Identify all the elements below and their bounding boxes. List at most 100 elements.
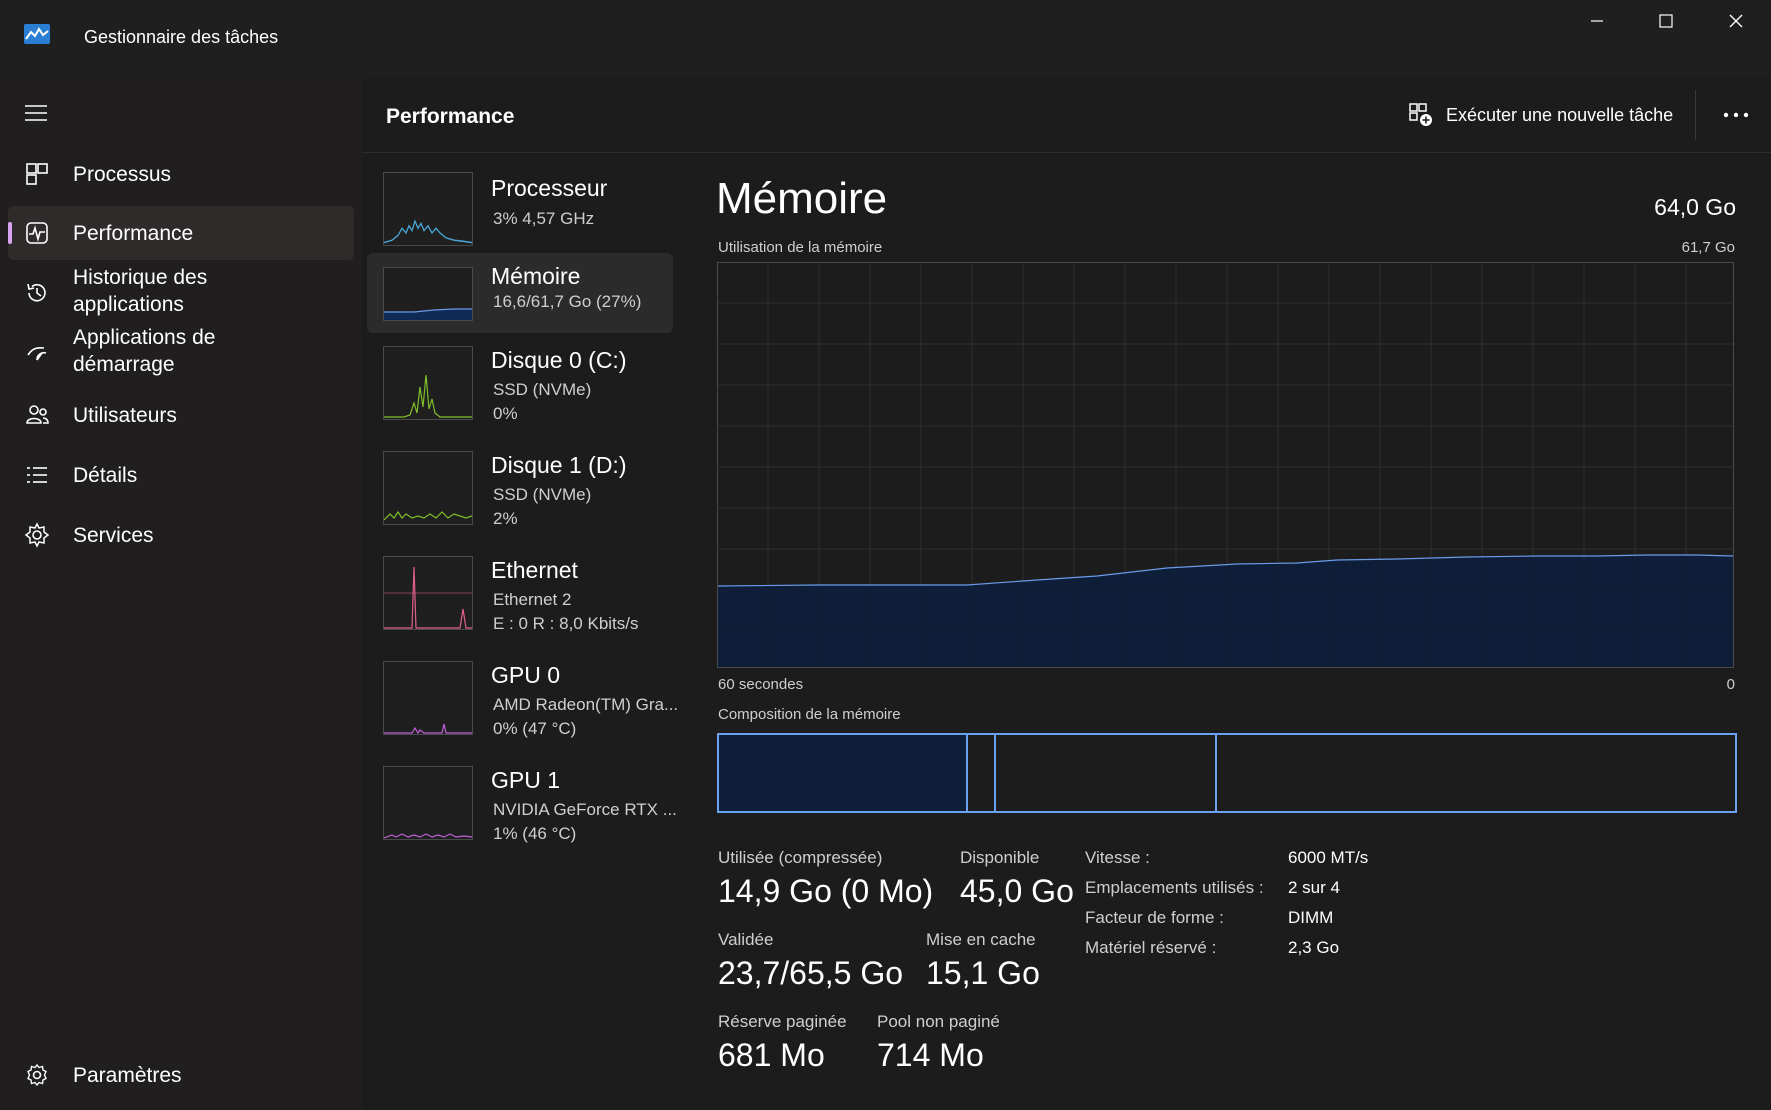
settings-gear-icon — [27, 1063, 47, 1087]
page-title: Performance — [386, 105, 515, 128]
resource-title: Disque 0 (C:) — [491, 347, 627, 373]
cached-value: 15,1 Go — [926, 955, 1040, 991]
minimize-button[interactable] — [1562, 0, 1632, 42]
resource-item-gpu0[interactable]: GPU 0 AMD Radeon(TM) Gra... 0% (47 °C) — [367, 652, 678, 742]
disk0-thumbnail-graph — [383, 346, 473, 420]
maximize-button[interactable] — [1631, 0, 1701, 42]
sidebar-item-startup-apps[interactable]: Applications de démarrage — [8, 322, 354, 382]
gpu1-thumbnail-graph — [383, 766, 473, 840]
sidebar-item-label: Historique des applications — [73, 266, 208, 316]
resource-subtitle: AMD Radeon(TM) Gra... — [493, 695, 679, 714]
more-dots-icon — [1723, 112, 1749, 118]
available-label: Disponible — [960, 848, 1040, 867]
used-value: 14,9 Go (0 Mo) — [718, 873, 934, 909]
cpu-thumbnail-graph — [383, 172, 473, 246]
sidebar-item-performance[interactable]: Performance — [8, 206, 354, 260]
committed-label: Validée — [718, 930, 774, 949]
hamburger-icon — [25, 105, 47, 121]
time-axis-end: 0 — [1726, 676, 1735, 693]
minimize-icon — [1591, 20, 1603, 22]
resource-subtitle: SSD (NVMe) — [493, 485, 592, 504]
close-button[interactable] — [1701, 0, 1771, 42]
ethernet-thumbnail-graph — [383, 556, 473, 630]
memory-usage-graph — [717, 262, 1734, 668]
composition-in-use — [719, 735, 968, 811]
page-header: Performance Exécuter une nouvelle tâche — [362, 76, 1771, 153]
memory-composition-bar[interactable] — [717, 733, 1737, 813]
processes-icon — [26, 163, 48, 185]
sidebar-item-settings[interactable]: Paramètres — [8, 1048, 354, 1102]
startup-icon — [27, 346, 47, 361]
users-icon — [26, 405, 49, 424]
sidebar-item-users[interactable]: Utilisateurs — [8, 388, 354, 442]
sidebar-item-label: Utilisateurs — [73, 404, 177, 427]
hamburger-menu-button[interactable] — [22, 101, 50, 125]
slots-used-key: Emplacements utilisés : — [1085, 878, 1264, 897]
sidebar-item-label: Détails — [73, 464, 138, 487]
usage-graph-label: Utilisation de la mémoire — [718, 239, 883, 256]
hardware-reserved-value: 2,3 Go — [1288, 938, 1340, 957]
composition-free — [1217, 735, 1735, 811]
resource-subtitle: Ethernet 2 — [493, 590, 572, 609]
composition-standby — [996, 735, 1217, 811]
details-icon — [27, 467, 47, 483]
nonpaged-pool-value: 714 Mo — [877, 1037, 984, 1073]
resource-subtitle: 3% 4,57 GHz — [493, 209, 595, 228]
sidebar-item-label: Applications de démarrage — [73, 326, 216, 376]
resource-item-gpu1[interactable]: GPU 1 NVIDIA GeForce RTX ... 1% (46 °C) — [367, 757, 677, 847]
performance-icon — [26, 222, 48, 244]
resource-value: 0% (47 °C) — [493, 719, 577, 738]
available-value: 45,0 Go — [960, 873, 1074, 909]
resource-item-memory[interactable]: Mémoire 16,6/61,7 Go (27%) — [367, 253, 673, 333]
sidebar-item-label: Processus — [73, 163, 172, 186]
title-bar: Gestionnaire des tâches — [0, 0, 1771, 76]
memory-thumbnail-graph — [383, 267, 473, 321]
resource-subtitle: 16,6/61,7 Go (27%) — [493, 292, 642, 311]
resource-value: E : 0 R : 8,0 Kbits/s — [493, 614, 639, 633]
sidebar: Processus Performance Historique des app… — [0, 76, 362, 1110]
maximize-icon — [1659, 14, 1673, 28]
cached-label: Mise en cache — [926, 930, 1036, 949]
run-task-icon — [1409, 103, 1432, 126]
resource-subtitle: NVIDIA GeForce RTX ... — [493, 800, 677, 819]
slots-used-value: 2 sur 4 — [1288, 878, 1340, 897]
sidebar-item-processes[interactable]: Processus — [8, 147, 354, 201]
resource-item-ethernet[interactable]: Ethernet Ethernet 2 E : 0 R : 8,0 Kbits/… — [367, 547, 673, 637]
sidebar-item-details[interactable]: Détails — [8, 448, 354, 502]
paged-pool-label: Réserve paginée — [718, 1012, 847, 1031]
window-title: Gestionnaire des tâches — [84, 27, 279, 47]
hardware-reserved-key: Matériel réservé : — [1085, 938, 1217, 957]
resource-title: Disque 1 (D:) — [491, 452, 627, 478]
resource-item-cpu[interactable]: Processeur 3% 4,57 GHz — [367, 163, 673, 253]
used-label: Utilisée (compressée) — [718, 848, 883, 867]
speed-value: 6000 MT/s — [1288, 848, 1369, 867]
composition-modified — [968, 735, 996, 811]
run-task-label: Exécuter une nouvelle tâche — [1446, 104, 1674, 125]
resource-title: Mémoire — [491, 263, 581, 289]
resource-value: 0% — [493, 404, 518, 423]
close-icon — [1729, 14, 1743, 28]
header-divider — [1695, 90, 1696, 140]
resource-item-disk1[interactable]: Disque 1 (D:) SSD (NVMe) 2% — [367, 442, 673, 532]
active-indicator — [8, 222, 12, 244]
task-manager-app-icon — [24, 24, 50, 44]
resource-item-disk0[interactable]: Disque 0 (C:) SSD (NVMe) 0% — [367, 337, 673, 427]
sidebar-item-app-history[interactable]: Historique des applications — [8, 262, 354, 322]
memory-detail-title: Mémoire — [716, 174, 888, 223]
run-new-task-button[interactable]: Exécuter une nouvelle tâche — [1408, 94, 1688, 136]
sidebar-item-services[interactable]: Services — [8, 508, 354, 562]
nonpaged-pool-label: Pool non paginé — [877, 1012, 1000, 1031]
resource-list: Processeur 3% 4,57 GHz Mémoire 16,6/61,7… — [362, 153, 687, 1110]
gpu0-thumbnail-graph — [383, 661, 473, 735]
resource-title: Ethernet — [491, 557, 578, 583]
resource-title: GPU 0 — [491, 662, 561, 688]
committed-value: 23,7/65,5 Go — [718, 955, 904, 991]
history-icon — [27, 283, 46, 302]
more-options-button[interactable] — [1714, 96, 1758, 134]
disk1-thumbnail-graph — [383, 451, 473, 525]
sidebar-item-label: Services — [73, 524, 154, 547]
sidebar-item-label: Paramètres — [73, 1064, 182, 1087]
form-factor-value: DIMM — [1288, 908, 1334, 927]
resource-value: 2% — [493, 509, 518, 528]
paged-pool-value: 681 Mo — [718, 1037, 825, 1073]
